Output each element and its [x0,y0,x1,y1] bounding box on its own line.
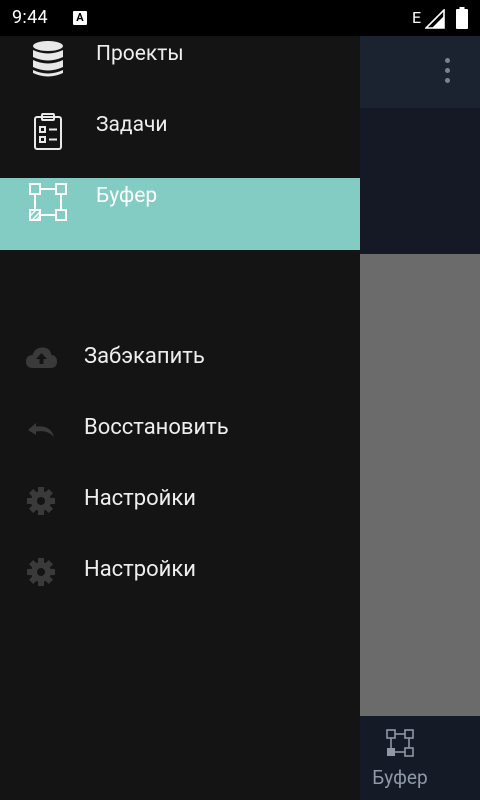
bottom-nav-item-buffer[interactable]: Буфер [360,716,440,800]
menu-item-label: Настройки [84,557,196,582]
nav-item-buffer[interactable]: Буфер [0,178,360,250]
nav-item-projects[interactable]: Проекты [0,36,360,108]
buffer-icon [29,183,67,221]
network-type: E [412,8,422,27]
nav-item-label: Проекты [96,42,184,66]
nav-item-label: Задачи [96,113,168,137]
menu-item-settings-2[interactable]: Настройки [0,535,360,606]
menu-item-restore[interactable]: Восстановить [0,393,360,464]
cloud-upload-icon [26,347,57,368]
battery-icon [456,7,468,29]
database-icon [33,41,63,77]
status-bar: 9:44 A E [0,0,480,36]
undo-icon [28,423,54,437]
bottom-nav-label: Буфер [372,766,428,789]
navigation-drawer: Проекты Задачи Буфер Забэкапить Восстано… [0,36,360,800]
menu-item-backup[interactable]: Забэкапить [0,322,360,393]
nav-item-label: Буфер [96,184,158,208]
buffer-icon [386,729,414,757]
clipboard-icon [34,113,62,150]
nav-item-tasks[interactable]: Задачи [0,107,360,179]
menu-item-label: Настройки [84,486,196,511]
gear-icon [27,487,55,515]
signal-icon [425,9,445,29]
status-time: 9:44 [12,7,48,28]
menu-item-label: Забэкапить [84,344,205,369]
menu-item-label: Восстановить [84,415,229,440]
overflow-menu-icon[interactable] [440,58,454,88]
gear-icon [27,558,55,586]
notification-icon: A [73,11,87,25]
menu-item-settings[interactable]: Настройки [0,464,360,535]
